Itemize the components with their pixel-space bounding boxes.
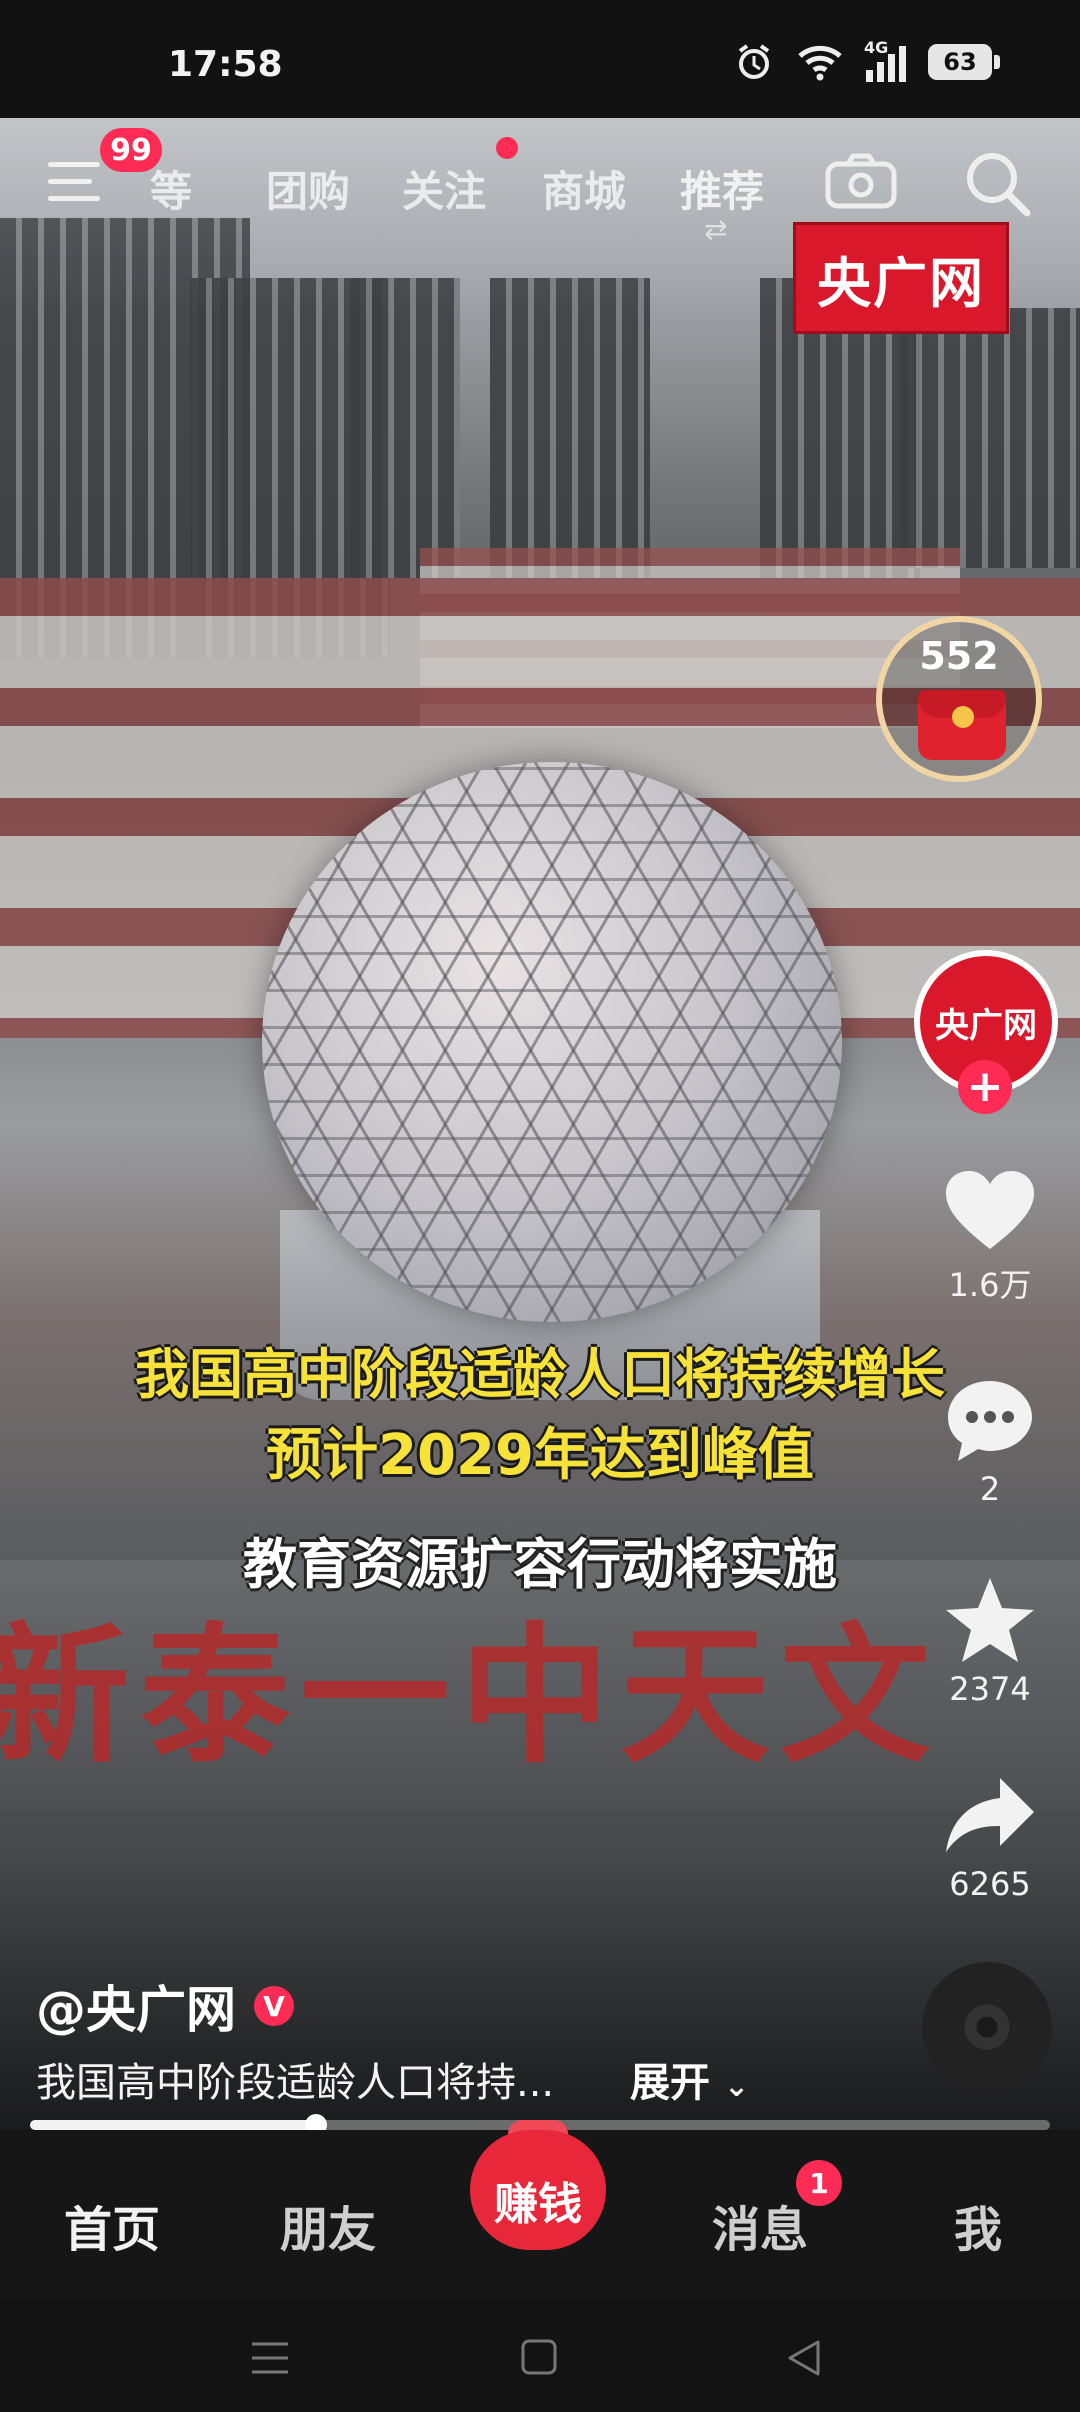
alarm-icon xyxy=(738,44,770,79)
wifi-icon xyxy=(798,45,842,81)
red-packet-timer[interactable]: 552 xyxy=(876,616,1042,782)
messages-badge: 1 xyxy=(796,2160,842,2206)
tab-mall[interactable]: 商城 xyxy=(542,158,626,219)
tab-friends[interactable]: 朋友 xyxy=(280,2190,376,2260)
tab-following[interactable]: 关注 xyxy=(402,158,486,219)
author-name[interactable]: @央广网 xyxy=(36,1970,236,2042)
heart-icon xyxy=(946,1171,1034,1249)
watermark-logo: 央广网 xyxy=(793,222,1009,334)
back-triangle-icon[interactable] xyxy=(784,2338,824,2378)
battery-indicator: 63 xyxy=(928,44,1000,80)
author-name-row[interactable]: @央广网 V xyxy=(36,1970,294,2042)
share-button[interactable]: 6265 xyxy=(910,1765,1070,1903)
camera-icon[interactable] xyxy=(824,152,898,210)
verified-badge-icon: V xyxy=(254,1986,294,2026)
caption-line-2: 预计2029年达到峰值 xyxy=(266,1423,814,1488)
caption-line-3: 教育资源扩容行动将实施 xyxy=(243,1533,837,1596)
home-square-icon[interactable] xyxy=(520,2338,558,2376)
following-notification-dot xyxy=(496,137,518,159)
favorite-count: 2374 xyxy=(949,1670,1031,1708)
tab-me[interactable]: 我 xyxy=(954,2190,1002,2260)
tab-group-buy[interactable]: 团购 xyxy=(266,158,350,219)
caption-line-1: 我国高中阶段适龄人口将持续增长 xyxy=(135,1343,945,1406)
expand-label: 展开 xyxy=(630,2060,710,2106)
earn-label: 赚钱 xyxy=(494,2179,582,2230)
status-time: 17:58 xyxy=(168,44,283,85)
tab-messages[interactable]: 消息 xyxy=(712,2190,808,2260)
red-packet-count: 552 xyxy=(919,634,999,678)
share-count: 6265 xyxy=(949,1865,1031,1903)
status-icons: 4G 63 xyxy=(734,38,1000,82)
expand-button[interactable]: 展开 ⌄ xyxy=(630,2050,749,2108)
progress-fill xyxy=(30,2120,316,2130)
swap-icon: ⇄ xyxy=(704,213,728,246)
tab-home[interactable]: 首页 xyxy=(64,2190,160,2260)
cellular-signal-icon: 4G xyxy=(864,38,906,82)
system-nav-bar xyxy=(0,2300,1080,2412)
search-icon[interactable] xyxy=(962,148,1032,218)
chevron-down-icon: ⌄ xyxy=(723,2069,750,2104)
status-bar: 17:58 4G 63 xyxy=(0,0,1080,118)
network-type: 4G xyxy=(864,38,889,57)
menu-icon[interactable] xyxy=(48,160,104,204)
recent-apps-icon[interactable] xyxy=(250,2340,290,2376)
tab-recommend[interactable]: 推荐 xyxy=(680,158,764,219)
tab-partial[interactable]: 等 xyxy=(150,158,192,219)
earn-button[interactable]: 赚钱 xyxy=(470,2120,606,2250)
video-dome xyxy=(262,762,842,1322)
red-packet-icon xyxy=(918,690,1006,760)
follow-button[interactable]: + xyxy=(958,1060,1012,1114)
post-description[interactable]: 我国高中阶段适龄人口将持... xyxy=(36,2050,554,2108)
share-arrow-icon xyxy=(946,1778,1034,1852)
like-count: 1.6万 xyxy=(948,1266,1032,1304)
like-button[interactable]: 1.6万 xyxy=(910,1160,1070,1306)
music-disc-icon[interactable] xyxy=(922,1962,1052,2092)
